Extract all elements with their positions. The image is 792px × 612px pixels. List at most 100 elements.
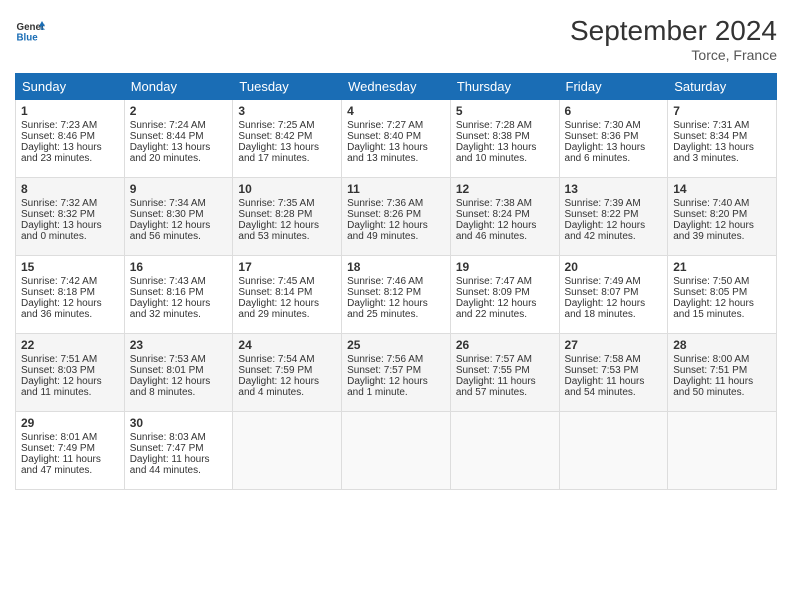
daylight: Daylight: 13 hours and 10 minutes. (456, 142, 537, 164)
sunrise: Sunrise: 7:50 AM (673, 276, 749, 287)
logo-icon: General Blue (15, 15, 45, 45)
daylight: Daylight: 11 hours and 57 minutes. (456, 376, 536, 398)
calendar-cell: 11Sunrise: 7:36 AMSunset: 8:26 PMDayligh… (342, 178, 451, 256)
daylight: Daylight: 13 hours and 0 minutes. (21, 220, 102, 242)
calendar-cell (233, 412, 342, 490)
calendar-body: 1Sunrise: 7:23 AMSunset: 8:46 PMDaylight… (16, 100, 777, 490)
calendar-cell: 24Sunrise: 7:54 AMSunset: 7:59 PMDayligh… (233, 334, 342, 412)
calendar-cell: 9Sunrise: 7:34 AMSunset: 8:30 PMDaylight… (124, 178, 233, 256)
sunrise: Sunrise: 7:49 AM (565, 276, 641, 287)
sunset: Sunset: 8:07 PM (565, 287, 639, 298)
calendar-cell: 1Sunrise: 7:23 AMSunset: 8:46 PMDaylight… (16, 100, 125, 178)
sunset: Sunset: 7:51 PM (673, 365, 747, 376)
sunset: Sunset: 8:24 PM (456, 209, 530, 220)
col-wednesday: Wednesday (342, 74, 451, 100)
calendar-cell: 8 Sunrise: 7:32 AMSunset: 8:32 PMDaylight… (16, 178, 125, 256)
sunrise: Sunrise: 7:47 AM (456, 276, 532, 287)
day-number: 5 (456, 104, 554, 118)
sunset: Sunset: 8:03 PM (21, 365, 95, 376)
sunrise: Sunrise: 7:54 AM (238, 354, 314, 365)
calendar-cell: 3Sunrise: 7:25 AMSunset: 8:42 PMDaylight… (233, 100, 342, 178)
daylight: Daylight: 12 hours and 39 minutes. (673, 220, 754, 242)
calendar-row: 29Sunrise: 8:01 AMSunset: 7:49 PMDayligh… (16, 412, 777, 490)
day-number: 16 (130, 260, 228, 274)
calendar-cell (342, 412, 451, 490)
calendar-row: 1Sunrise: 7:23 AMSunset: 8:46 PMDaylight… (16, 100, 777, 178)
sunset: Sunset: 8:20 PM (673, 209, 747, 220)
daylight: Daylight: 12 hours and 29 minutes. (238, 298, 319, 320)
daylight: Daylight: 13 hours and 23 minutes. (21, 142, 102, 164)
calendar-cell: 29Sunrise: 8:01 AMSunset: 7:49 PMDayligh… (16, 412, 125, 490)
sunset: Sunset: 8:28 PM (238, 209, 312, 220)
day-number: 9 (130, 182, 228, 196)
sunrise: Sunrise: 7:39 AM (565, 198, 641, 209)
sunrise: Sunrise: 7:38 AM (456, 198, 532, 209)
day-number: 2 (130, 104, 228, 118)
sunset: Sunset: 8:40 PM (347, 131, 421, 142)
sunrise: Sunrise: 7:42 AM (21, 276, 97, 287)
calendar-cell: 15Sunrise: 7:42 AMSunset: 8:18 PMDayligh… (16, 256, 125, 334)
daylight: Daylight: 12 hours and 56 minutes. (130, 220, 211, 242)
day-number: 20 (565, 260, 663, 274)
sunrise: Sunrise: 7:45 AM (238, 276, 314, 287)
day-number: 14 (673, 182, 771, 196)
logo: General Blue (15, 15, 45, 45)
day-number: 8 (21, 182, 119, 196)
calendar-cell: 16Sunrise: 7:43 AMSunset: 8:16 PMDayligh… (124, 256, 233, 334)
sunset: Sunset: 8:46 PM (21, 131, 95, 142)
sunrise: Sunrise: 7:53 AM (130, 354, 206, 365)
sunset: Sunset: 8:32 PM (21, 209, 95, 220)
page-container: General Blue September 2024 Torce, Franc… (0, 0, 792, 500)
sunrise: Sunrise: 7:34 AM (130, 198, 206, 209)
calendar-cell: 22Sunrise: 7:51 AMSunset: 8:03 PMDayligh… (16, 334, 125, 412)
header: General Blue September 2024 Torce, Franc… (15, 15, 777, 63)
sunset: Sunset: 8:16 PM (130, 287, 204, 298)
day-number: 22 (21, 338, 119, 352)
daylight: Daylight: 11 hours and 50 minutes. (673, 376, 753, 398)
daylight: Daylight: 11 hours and 47 minutes. (21, 454, 101, 476)
sunset: Sunset: 8:09 PM (456, 287, 530, 298)
daylight: Daylight: 12 hours and 25 minutes. (347, 298, 428, 320)
col-thursday: Thursday (450, 74, 559, 100)
calendar-cell: 18Sunrise: 7:46 AMSunset: 8:12 PMDayligh… (342, 256, 451, 334)
daylight: Daylight: 12 hours and 8 minutes. (130, 376, 211, 398)
sunset: Sunset: 8:05 PM (673, 287, 747, 298)
day-number: 13 (565, 182, 663, 196)
sunset: Sunset: 8:38 PM (456, 131, 530, 142)
sunset: Sunset: 8:34 PM (673, 131, 747, 142)
day-number: 12 (456, 182, 554, 196)
calendar-row: 8Sunrise: 7:32 AMSunset: 8:32 PMDaylight… (16, 178, 777, 256)
calendar-cell: 25Sunrise: 7:56 AMSunset: 7:57 PMDayligh… (342, 334, 451, 412)
col-sunday: Sunday (16, 74, 125, 100)
day-number: 21 (673, 260, 771, 274)
daylight: Daylight: 12 hours and 11 minutes. (21, 376, 102, 398)
day-number: 28 (673, 338, 771, 352)
sunset: Sunset: 8:22 PM (565, 209, 639, 220)
sunset: Sunset: 8:36 PM (565, 131, 639, 142)
sunrise: Sunrise: 8:00 AM (673, 354, 749, 365)
calendar-cell (668, 412, 777, 490)
calendar-cell: 12Sunrise: 7:38 AMSunset: 8:24 PMDayligh… (450, 178, 559, 256)
day-number: 23 (130, 338, 228, 352)
col-monday: Monday (124, 74, 233, 100)
calendar-cell: 19Sunrise: 7:47 AMSunset: 8:09 PMDayligh… (450, 256, 559, 334)
sunrise: Sunrise: 7:32 AM (21, 198, 97, 209)
sunset: Sunset: 8:18 PM (21, 287, 95, 298)
calendar-cell: 26Sunrise: 7:57 AMSunset: 7:55 PMDayligh… (450, 334, 559, 412)
calendar-row: 22Sunrise: 7:51 AMSunset: 8:03 PMDayligh… (16, 334, 777, 412)
day-number: 15 (21, 260, 119, 274)
day-number: 6 (565, 104, 663, 118)
daylight: Daylight: 11 hours and 54 minutes. (565, 376, 645, 398)
calendar-table: Sunday Monday Tuesday Wednesday Thursday… (15, 73, 777, 490)
day-number: 25 (347, 338, 445, 352)
day-number: 1 (21, 104, 119, 118)
daylight: Daylight: 12 hours and 4 minutes. (238, 376, 319, 398)
sunrise: Sunrise: 7:40 AM (673, 198, 749, 209)
calendar-cell: 17Sunrise: 7:45 AMSunset: 8:14 PMDayligh… (233, 256, 342, 334)
col-saturday: Saturday (668, 74, 777, 100)
day-number: 17 (238, 260, 336, 274)
daylight: Daylight: 13 hours and 3 minutes. (673, 142, 754, 164)
daylight: Daylight: 12 hours and 53 minutes. (238, 220, 319, 242)
daylight: Daylight: 13 hours and 13 minutes. (347, 142, 428, 164)
sunset: Sunset: 8:42 PM (238, 131, 312, 142)
